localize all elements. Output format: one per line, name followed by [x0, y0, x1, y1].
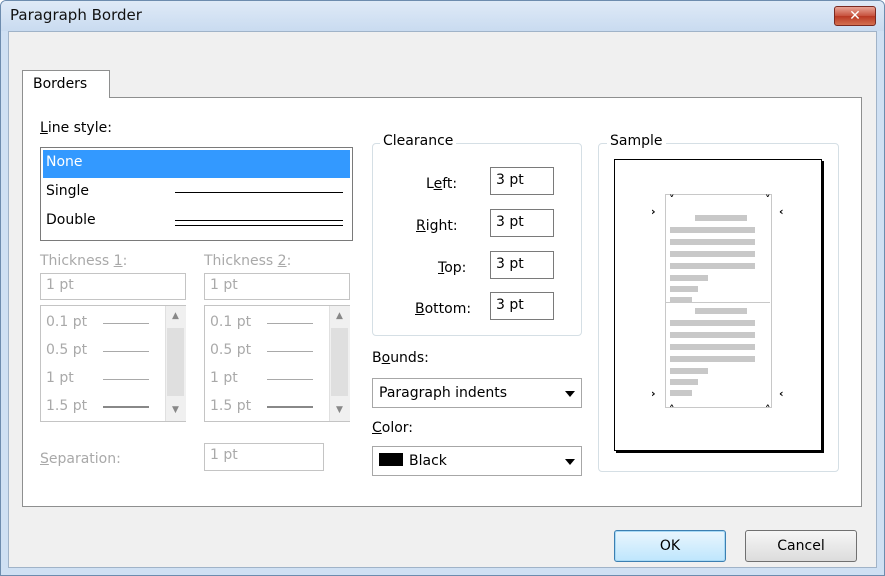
thickness2-option[interactable]: 0.5 pt	[210, 342, 251, 358]
thickness1-scrollbar[interactable]: ▲ ▼	[165, 306, 186, 421]
color-swatch	[379, 453, 403, 466]
thickness-preview	[267, 351, 313, 352]
scroll-down-icon[interactable]: ▼	[330, 402, 349, 418]
scroll-up-icon[interactable]: ▲	[166, 308, 185, 324]
cancel-button[interactable]: Cancel	[745, 530, 857, 562]
list-item-label: Single	[46, 183, 90, 199]
list-item-label: None	[46, 154, 83, 170]
thickness1-option[interactable]: 0.1 pt	[46, 314, 87, 330]
line-style-item-double[interactable]: Double	[43, 208, 350, 236]
bounds-label: Bounds:	[372, 350, 429, 366]
thickness-preview	[103, 406, 149, 408]
text-line	[670, 356, 755, 362]
scroll-up-icon[interactable]: ▲	[330, 308, 349, 324]
sample-preview-page: ˅ ˅ › ‹ › ‹ ˄ ˄	[614, 159, 822, 451]
line-style-item-single[interactable]: Single	[43, 179, 350, 207]
text-line	[695, 308, 747, 314]
scroll-thumb[interactable]	[331, 328, 348, 396]
corner-mark-icon: ›	[651, 205, 656, 218]
text-line	[670, 251, 755, 257]
text-line	[670, 368, 708, 374]
tab-label: Borders	[33, 76, 88, 92]
text-line	[670, 275, 708, 281]
single-line-preview	[175, 192, 343, 193]
bounds-value: Paragraph indents	[379, 385, 508, 401]
thickness1-option[interactable]: 1.5 pt	[46, 398, 87, 414]
line-style-list[interactable]: None Single Double	[40, 147, 353, 241]
text-line	[670, 239, 755, 245]
clearance-left-input[interactable]: 3 pt	[490, 167, 554, 195]
scroll-down-icon[interactable]: ▼	[166, 402, 185, 418]
thickness2-option[interactable]: 1.5 pt	[210, 398, 251, 414]
thickness-preview	[267, 379, 313, 380]
dialog-title: Paragraph Border	[10, 6, 142, 24]
clearance-top-label: Top:	[438, 260, 467, 276]
thickness2-input[interactable]: 1 pt	[204, 273, 350, 300]
text-line	[670, 227, 755, 233]
color-value: Black	[409, 453, 447, 469]
clearance-label: Clearance	[380, 133, 457, 149]
thickness-preview	[103, 323, 149, 324]
thickness1-label: Thickness 1:	[40, 253, 128, 269]
ok-button[interactable]: OK	[614, 530, 726, 562]
clearance-top-input[interactable]: 3 pt	[490, 251, 554, 279]
thickness2-list[interactable]: 0.1 pt 0.5 pt 1 pt 1.5 pt ▲ ▼	[204, 305, 350, 422]
tab-borders[interactable]: Borders	[22, 70, 110, 98]
thickness1-list[interactable]: 0.1 pt 0.5 pt 1 pt 1.5 pt ▲ ▼	[40, 305, 186, 422]
thickness2-label: Thickness 2:	[204, 253, 292, 269]
separation-label: Separation:	[40, 451, 121, 467]
clearance-left-label: Left:	[426, 176, 458, 192]
text-line	[670, 320, 755, 326]
text-line	[670, 379, 698, 385]
thickness-preview	[103, 379, 149, 380]
corner-mark-icon: ˄	[765, 403, 771, 416]
corner-mark-icon: ˄	[669, 403, 675, 416]
chevron-down-icon	[565, 391, 575, 397]
thickness2-scrollbar[interactable]: ▲ ▼	[329, 306, 350, 421]
clearance-right-input[interactable]: 3 pt	[490, 209, 554, 237]
thickness-preview	[267, 406, 313, 408]
corner-mark-icon: ˅	[669, 193, 675, 206]
close-button[interactable]: ✕	[834, 6, 876, 26]
thickness1-option[interactable]: 1 pt	[46, 370, 74, 386]
text-line	[670, 390, 692, 396]
thickness1-option[interactable]: 0.5 pt	[46, 342, 87, 358]
sample-label: Sample	[607, 133, 666, 149]
corner-mark-icon: ‹	[779, 387, 784, 400]
thickness-preview	[103, 351, 149, 352]
clearance-bottom-label: Bottom:	[415, 301, 472, 317]
corner-mark-icon: ‹	[779, 205, 784, 218]
thickness-preview	[267, 323, 313, 324]
double-line-preview	[175, 220, 343, 226]
close-icon: ✕	[849, 8, 861, 24]
chevron-down-icon	[565, 459, 575, 465]
color-label: Color:	[372, 420, 414, 436]
text-line	[695, 215, 747, 221]
thickness2-option[interactable]: 0.1 pt	[210, 314, 251, 330]
text-line	[670, 332, 755, 338]
text-line	[670, 344, 755, 350]
clearance-right-label: Right:	[416, 218, 458, 234]
text-line	[670, 286, 698, 292]
bounds-select[interactable]: Paragraph indents	[372, 378, 582, 408]
color-select[interactable]: Black	[372, 446, 582, 476]
line-style-label: Line style:	[40, 120, 112, 136]
text-line	[670, 263, 755, 269]
thickness2-option[interactable]: 1 pt	[210, 370, 238, 386]
clearance-bottom-input[interactable]: 3 pt	[490, 292, 554, 320]
separation-input[interactable]: 1 pt	[204, 443, 324, 471]
thickness1-input[interactable]: 1 pt	[40, 273, 186, 300]
list-item-label: Double	[46, 212, 96, 228]
corner-mark-icon: ˅	[765, 193, 771, 206]
scroll-thumb[interactable]	[167, 328, 184, 396]
text-line	[670, 297, 692, 303]
line-style-item-none[interactable]: None	[43, 150, 350, 178]
corner-mark-icon: ›	[651, 387, 656, 400]
